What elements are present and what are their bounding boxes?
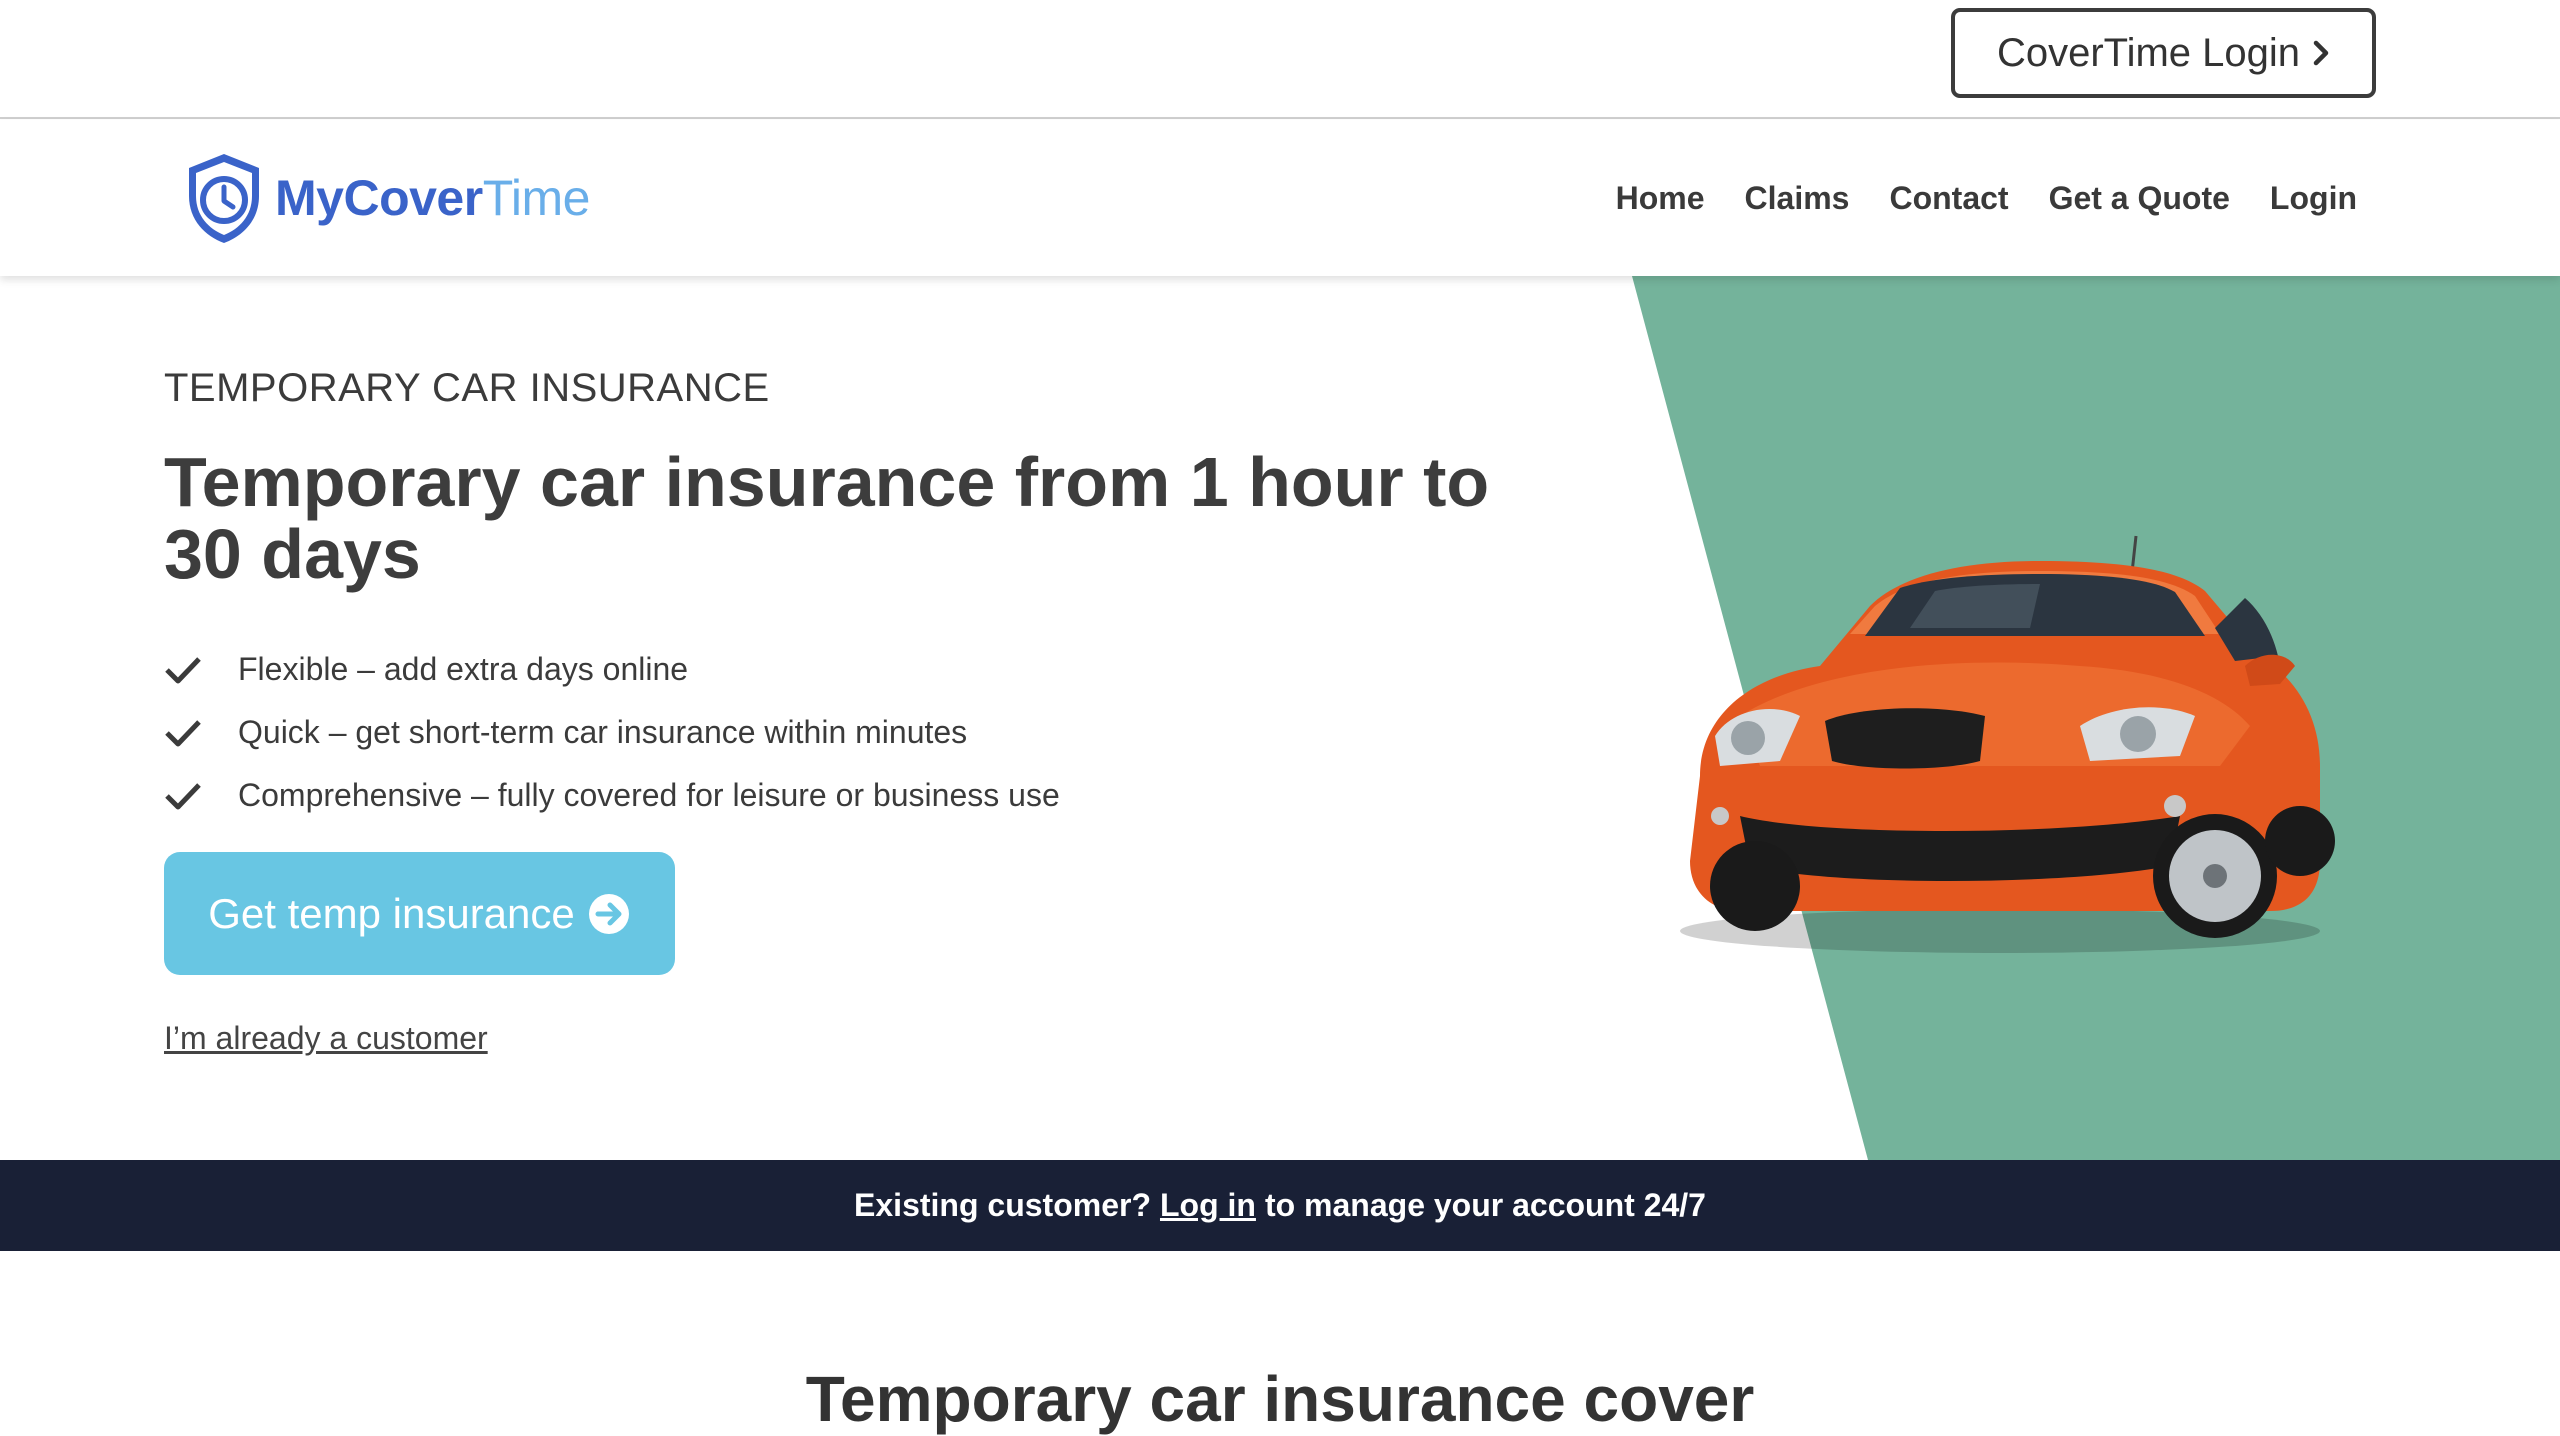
cta-label: Get temp insurance [208,889,575,937]
top-utility-bar: CoverTime Login [0,0,2560,119]
chevron-right-icon [2313,40,2329,66]
nav-claims[interactable]: Claims [1745,180,1850,217]
hero-title: Temporary car insurance from 1 hour to 3… [164,443,1490,593]
brand-name-part-time: Time [482,170,591,226]
brand-name: MyCoverTime [275,169,590,227]
checkmark-icon [165,719,201,746]
covertime-login-label: CoverTime Login [1996,30,2301,75]
section-title: Temporary car insurance cover [805,1363,1755,1435]
banner-prefix: Existing customer? [854,1187,1151,1223]
brand-name-part-cover: Cover [343,170,483,226]
feature-text: Quick – get short-term car insurance wit… [238,714,968,750]
feature-item: Quick – get short-term car insurance wit… [164,701,1060,764]
banner-suffix: to manage your account 24/7 [1264,1187,1706,1223]
hero-section: TEMPORARY CAR INSURANCE Temporary car in… [0,276,2560,1160]
feature-list: Flexible – add extra days online Quick –… [164,638,1060,827]
feature-text: Flexible – add extra days online [238,651,689,687]
nav-login[interactable]: Login [2270,180,2357,217]
main-navbar: MyCoverTime Home Claims Contact Get a Qu… [0,120,2560,276]
brand-name-part-my: My [275,170,344,226]
hero-eyebrow: TEMPORARY CAR INSURANCE [164,366,770,410]
already-customer-link[interactable]: I’m already a customer [164,1020,488,1057]
checkmark-icon [165,782,201,809]
nav-contact[interactable]: Contact [1889,180,2008,217]
brand-logo[interactable]: MyCoverTime [183,148,590,248]
feature-item: Flexible – add extra days online [164,638,1060,701]
shield-clock-icon [189,154,259,243]
existing-customer-banner: Existing customer? Log in to manage your… [0,1160,2560,1251]
banner-login-link[interactable]: Log in [1160,1187,1256,1224]
arrow-circle-right-icon [588,893,629,934]
feature-text: Comprehensive – fully covered for leisur… [238,777,1060,813]
covertime-login-button[interactable]: CoverTime Login [1951,8,2376,98]
get-temp-insurance-button[interactable]: Get temp insurance [164,852,675,975]
orange-car-image [1680,535,2335,953]
feature-item: Comprehensive – fully covered for leisur… [164,764,1060,827]
primary-nav: Home Claims Contact Get a Quote Login [1616,120,2357,276]
nav-home[interactable]: Home [1616,180,1705,217]
checkmark-icon [165,656,201,683]
nav-get-a-quote[interactable]: Get a Quote [2049,180,2230,217]
